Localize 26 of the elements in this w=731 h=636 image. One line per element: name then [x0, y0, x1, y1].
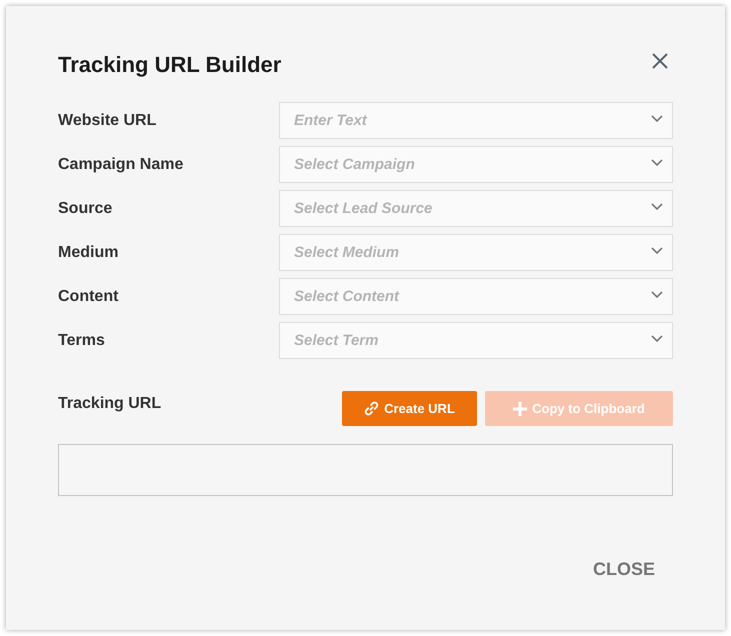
field-label: Campaign Name: [58, 154, 184, 174]
chevron-down-icon: [651, 291, 663, 298]
chevron-down-icon: [651, 335, 663, 342]
dialog-title: Tracking URL Builder: [58, 51, 282, 79]
dropdown-field[interactable]: Select Campaign: [279, 146, 673, 183]
field-label: Content: [58, 286, 120, 306]
chevron-down-icon: [651, 203, 663, 210]
field-label: Source: [58, 198, 114, 218]
field-label: Tracking URL: [58, 394, 162, 414]
dropdown-field[interactable]: Select Content: [279, 278, 673, 315]
chevron-down-icon: [651, 247, 663, 254]
create-url-button[interactable]: Create URL: [342, 391, 477, 426]
link-icon: [364, 401, 380, 416]
dropdown-field[interactable]: Select Medium: [279, 234, 673, 271]
close-button[interactable]: CLOSE: [576, 549, 671, 589]
plus-icon: [513, 402, 528, 416]
chevron-down-icon: [651, 115, 663, 122]
dropdown-field[interactable]: Select Term: [279, 322, 673, 359]
chevron-down-icon: [651, 159, 663, 166]
close-icon[interactable]: [652, 53, 668, 69]
output-field[interactable]: [58, 444, 673, 496]
field-label: Terms: [58, 330, 106, 350]
dropdown-field[interactable]: Select Lead Source: [279, 190, 673, 227]
field-label: Medium: [58, 242, 120, 262]
dropdown-field[interactable]: Enter Text: [279, 102, 673, 139]
field-label: Website URL: [58, 110, 158, 130]
